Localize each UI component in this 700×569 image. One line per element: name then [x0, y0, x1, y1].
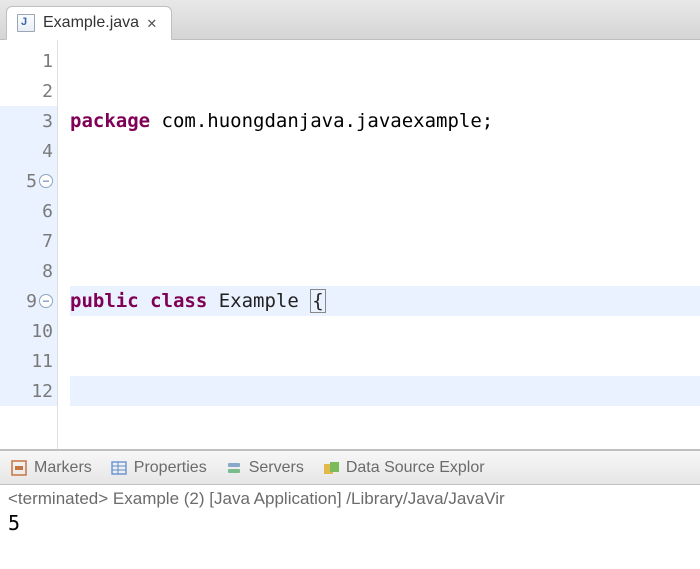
view-tab-properties[interactable]: Properties — [110, 459, 207, 477]
view-tab-markers[interactable]: Markers — [10, 459, 92, 477]
gutter-line[interactable]: 10 — [0, 316, 57, 346]
fold-toggle-icon[interactable]: − — [39, 294, 53, 308]
code-line: public class Example { — [70, 286, 700, 316]
line-number: 5 — [26, 171, 37, 192]
gutter-line[interactable]: 2 — [0, 76, 57, 106]
gutter-line[interactable]: 6 — [0, 196, 57, 226]
close-icon[interactable]: ✕ — [147, 13, 157, 33]
line-number: 9 — [26, 291, 37, 312]
bottom-panel: Markers Properties Servers Data Source E… — [0, 450, 700, 541]
line-number: 2 — [42, 81, 53, 102]
view-tab-label: Markers — [34, 459, 92, 477]
view-tab-label: Data Source Explor — [346, 459, 485, 477]
markers-icon — [10, 459, 28, 477]
line-number: 7 — [42, 231, 53, 252]
gutter-line[interactable]: 7 — [0, 226, 57, 256]
gutter-line[interactable]: 5− — [0, 166, 57, 196]
line-number: 12 — [31, 381, 53, 402]
gutter-line[interactable]: 3 — [0, 106, 57, 136]
line-number: 10 — [31, 321, 53, 342]
editor-area: Example.java ✕ 12345−6789−101112 package… — [0, 0, 700, 450]
view-tab-data-source-explorer[interactable]: Data Source Explor — [322, 459, 485, 477]
view-tab-label: Servers — [249, 459, 304, 477]
console-output: 5 — [0, 511, 700, 541]
code-area: 12345−6789−101112 package com.huongdanja… — [0, 40, 700, 449]
line-number-gutter[interactable]: 12345−6789−101112 — [0, 40, 58, 449]
line-number: 1 — [42, 51, 53, 72]
views-tab-bar: Markers Properties Servers Data Source E… — [0, 451, 700, 485]
java-file-icon — [17, 14, 35, 32]
code-line — [70, 376, 700, 406]
line-number: 11 — [31, 351, 53, 372]
tab-filename: Example.java — [43, 14, 139, 32]
fold-toggle-icon[interactable]: − — [39, 174, 53, 188]
gutter-line[interactable]: 12 — [0, 376, 57, 406]
gutter-line[interactable]: 4 — [0, 136, 57, 166]
code-line — [70, 196, 700, 226]
datasource-icon — [322, 459, 340, 477]
view-tab-servers[interactable]: Servers — [225, 459, 304, 477]
gutter-line[interactable]: 8 — [0, 256, 57, 286]
editor-tab-example-java[interactable]: Example.java ✕ — [6, 6, 172, 40]
servers-icon — [225, 459, 243, 477]
gutter-line[interactable]: 11 — [0, 346, 57, 376]
line-number: 3 — [42, 111, 53, 132]
properties-icon — [110, 459, 128, 477]
line-number: 8 — [42, 261, 53, 282]
code-body[interactable]: package com.huongdanjava.javaexample; pu… — [58, 40, 700, 449]
line-number: 4 — [42, 141, 53, 162]
gutter-line[interactable]: 9− — [0, 286, 57, 316]
code-line: package com.huongdanjava.javaexample; — [70, 106, 700, 136]
editor-tab-bar: Example.java ✕ — [0, 0, 700, 40]
view-tab-label: Properties — [134, 459, 207, 477]
gutter-line[interactable]: 1 — [0, 46, 57, 76]
console-status: <terminated> Example (2) [Java Applicati… — [0, 485, 700, 511]
line-number: 6 — [42, 201, 53, 222]
